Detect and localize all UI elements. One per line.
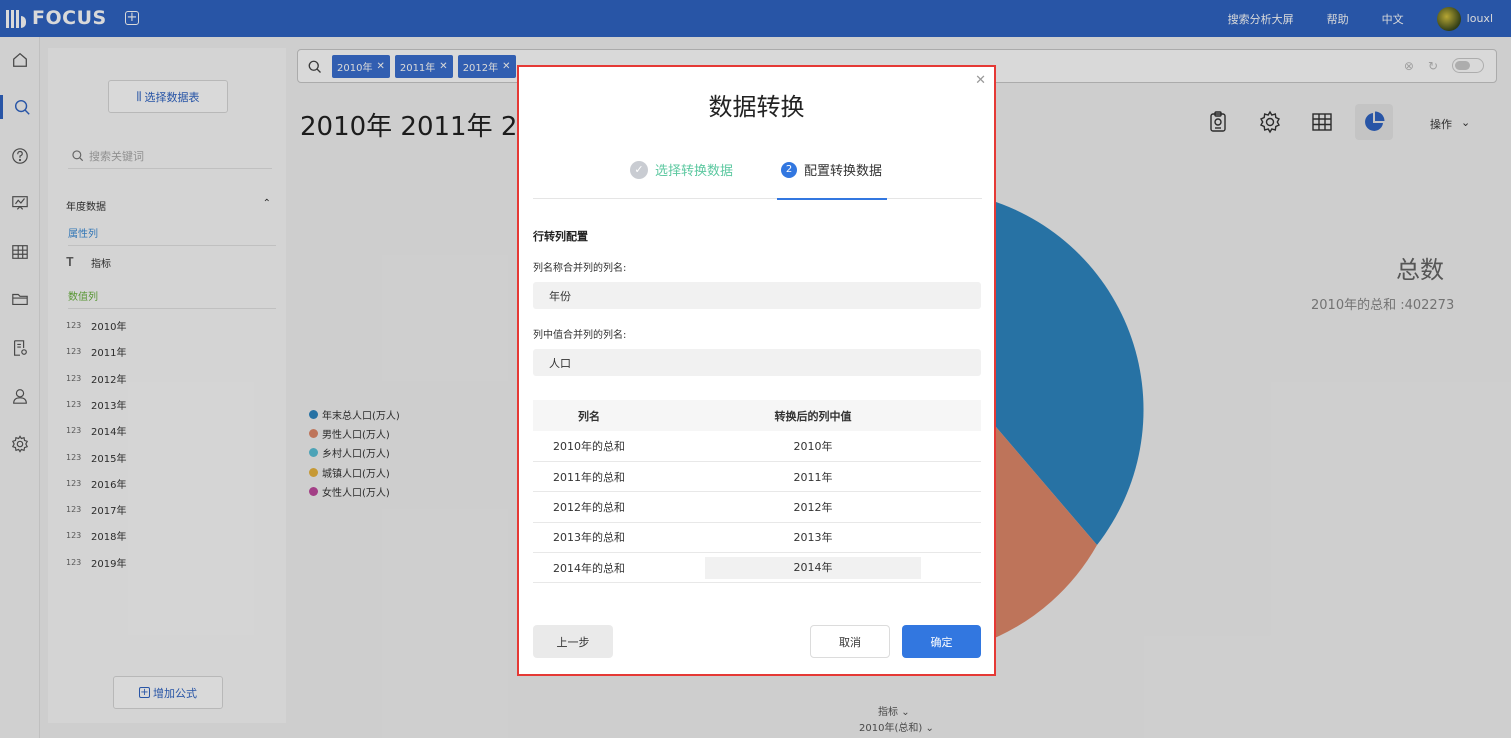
confirm-button[interactable]: 确定 <box>902 625 981 658</box>
cancel-button[interactable]: 取消 <box>810 625 890 658</box>
row-column-name: 2012年的总和 <box>533 491 645 523</box>
previous-step-button[interactable]: 上一步 <box>533 625 613 658</box>
table-row: 2012年的总和 2012年 <box>533 491 981 523</box>
step-2-number: 2 <box>781 161 797 178</box>
close-icon[interactable]: ✕ <box>975 73 986 88</box>
step-1-label: 选择转换数据 <box>655 164 734 179</box>
conversion-table: 列名 转换后的列中值 2010年的总和 2010年 2011年的总和 2011年 201… <box>533 400 981 584</box>
name-column-value: 年份 <box>549 289 571 303</box>
check-icon: ✓ <box>630 160 648 179</box>
data-transform-dialog: ✕ 数据转换 ✓ 选择转换数据 2 配置转换数据 行转列配置 列名称合并列的列名… <box>517 65 996 676</box>
name-column-label: 列名称合并列的列名: <box>533 263 627 274</box>
row-converted-value[interactable]: 2010年 <box>645 431 981 462</box>
value-column-value: 人口 <box>549 356 571 370</box>
row-column-name: 2013年的总和 <box>533 522 645 554</box>
step-indicator: ✓ 选择转换数据 2 配置转换数据 <box>533 154 982 200</box>
table-row: 2011年的总和 2011年 <box>533 461 981 493</box>
row-converted-value[interactable]: 2013年 <box>645 522 981 554</box>
section-title: 行转列配置 <box>533 230 588 243</box>
step-select-data[interactable]: ✓ 选择转换数据 <box>630 160 733 179</box>
value-column-label: 列中值合并列的列名: <box>533 330 627 341</box>
table-header-row: 列名 转换后的列中值 <box>533 400 981 431</box>
step-config-data[interactable]: 2 配置转换数据 <box>781 160 882 179</box>
table-row: 2014年的总和 2014年 <box>533 552 981 584</box>
row-converted-value[interactable]: 2014年 <box>645 552 981 584</box>
name-column-input[interactable]: 年份 <box>533 282 981 309</box>
value-column-input[interactable]: 人口 <box>533 349 981 376</box>
row-column-name: 2014年的总和 <box>533 552 645 584</box>
row-converted-value[interactable]: 2011年 <box>645 461 981 493</box>
column-header-value: 转换后的列中值 <box>645 400 981 431</box>
table-row: 2010年的总和 2010年 <box>533 431 981 462</box>
active-step-indicator <box>777 198 887 200</box>
row-column-name: 2010年的总和 <box>533 431 645 462</box>
step-2-label: 配置转换数据 <box>804 164 883 179</box>
converted-value-input[interactable]: 2014年 <box>705 556 921 579</box>
dialog-title: 数据转换 <box>708 93 805 121</box>
row-column-name: 2011年的总和 <box>533 461 645 493</box>
row-converted-value[interactable]: 2012年 <box>645 491 981 523</box>
table-row: 2013年的总和 2013年 <box>533 522 981 554</box>
column-header-name: 列名 <box>533 400 645 431</box>
